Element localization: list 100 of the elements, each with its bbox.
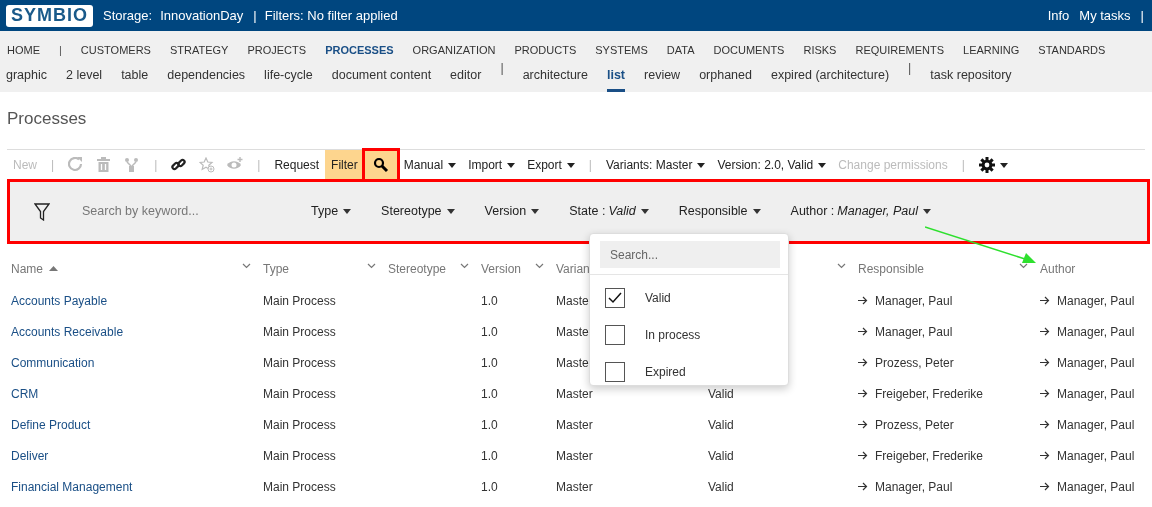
- table-cell-text: Main Process: [263, 292, 336, 310]
- person-link[interactable]: Manager, Paul: [1057, 322, 1135, 341]
- submenu-tab[interactable]: expired (architecture): [770, 59, 890, 92]
- submenu-tab[interactable]: graphic: [6, 59, 47, 92]
- menu-tab[interactable]: PROCESSES: [325, 41, 394, 59]
- arrow-right-icon: [1040, 482, 1050, 491]
- menu-tab[interactable]: RISKS: [803, 41, 837, 59]
- arrow-right-icon: [858, 358, 868, 367]
- caret-icon: [448, 162, 457, 168]
- person-link[interactable]: Manager, Paul: [1057, 415, 1135, 434]
- menu-tab[interactable]: REQUIREMENTS: [855, 41, 945, 59]
- filter-dropdown[interactable]: Author : Manager, Paul: [790, 202, 931, 221]
- filter-dropdown[interactable]: Stereotype: [381, 202, 455, 221]
- table-cell-text: 1.0: [481, 354, 498, 372]
- person-link[interactable]: Manager, Paul: [875, 322, 953, 341]
- dropdown-button[interactable]: Version: 2.0, Valid: [711, 150, 833, 180]
- submenu-tab[interactable]: table: [121, 59, 149, 92]
- table-cell-text: Valid: [708, 385, 734, 403]
- process-link[interactable]: Define Product: [11, 415, 91, 434]
- person-link[interactable]: Manager, Paul: [1057, 353, 1135, 372]
- person-link[interactable]: Manager, Paul: [875, 477, 953, 496]
- option-label[interactable]: In process: [645, 325, 701, 344]
- toolbar-button[interactable]: Filter: [325, 150, 364, 180]
- search-button[interactable]: [363, 150, 398, 180]
- menu-tab[interactable]: PRODUCTS: [514, 41, 577, 59]
- caret-icon: [343, 209, 352, 214]
- menu-tab[interactable]: DATA: [666, 41, 695, 59]
- option-label[interactable]: Valid: [645, 288, 671, 307]
- menu-tab[interactable]: STRATEGY: [169, 41, 229, 59]
- process-link[interactable]: Accounts Payable: [11, 291, 108, 310]
- search-field[interactable]: Search by keyword...: [82, 202, 297, 221]
- person-link[interactable]: Manager, Paul: [1057, 477, 1135, 496]
- person-link[interactable]: Prozess, Peter: [875, 415, 954, 434]
- submenu-tab[interactable]: list: [606, 59, 625, 92]
- submenu-tab[interactable]: review: [644, 59, 681, 92]
- toolbar-button[interactable]: Request: [268, 150, 326, 180]
- menu-tab[interactable]: STANDARDS: [1038, 41, 1106, 59]
- table-cell-text: Master: [556, 416, 593, 434]
- person-link[interactable]: Prozess, Peter: [875, 353, 954, 372]
- arrow-right-icon: [1040, 420, 1050, 429]
- checkbox[interactable]: [605, 287, 625, 308]
- header-link[interactable]: Info: [1047, 5, 1070, 26]
- person-link[interactable]: Manager, Paul: [1057, 384, 1135, 403]
- dropdown-button[interactable]: Import: [462, 150, 522, 180]
- checkbox[interactable]: [605, 361, 625, 382]
- menu-tab[interactable]: SYSTEMS: [595, 41, 648, 59]
- column-header[interactable]: Type: [263, 259, 289, 278]
- column-header[interactable]: Version: [481, 259, 522, 278]
- option-label[interactable]: Expired: [645, 362, 686, 381]
- dropdown-button[interactable]: Manual: [397, 150, 463, 180]
- menu-tab[interactable]: DOCUMENTS: [713, 41, 785, 59]
- separator: |: [587, 157, 593, 174]
- person-link[interactable]: Freigeber, Frederike: [875, 384, 984, 403]
- menu-tab[interactable]: PROJECTS: [247, 41, 307, 59]
- arrow-right-icon: [1040, 358, 1050, 367]
- filter-dropdown[interactable]: Responsible: [678, 202, 761, 221]
- submenu-tab[interactable]: dependencies: [167, 59, 246, 92]
- filter-dropdown[interactable]: Version: [484, 202, 540, 221]
- person-link[interactable]: Manager, Paul: [1057, 291, 1135, 310]
- person-link[interactable]: Freigeber, Frederike: [875, 446, 984, 465]
- dropdown-button[interactable]: Export: [521, 150, 581, 180]
- person-link[interactable]: Manager, Paul: [875, 291, 953, 310]
- separator: |: [153, 157, 159, 174]
- menu-tab[interactable]: LEARNING: [963, 41, 1020, 59]
- table-cell-text: Master: [556, 385, 593, 403]
- menu-tab[interactable]: ORGANIZATION: [412, 41, 496, 59]
- refresh-icon: [68, 157, 85, 173]
- caret-icon: [446, 209, 455, 214]
- filter-dropdown[interactable]: State : Valid: [569, 202, 649, 221]
- column-header[interactable]: Stereotype: [388, 259, 447, 278]
- submenu-tab[interactable]: life-cycle: [264, 59, 313, 92]
- submenu-tab[interactable]: architecture: [522, 59, 588, 92]
- table-cell-text: Maste: [556, 292, 589, 310]
- search-field[interactable]: Search...: [600, 241, 780, 268]
- header-link[interactable]: My tasks: [1079, 5, 1131, 26]
- caret-icon: [531, 209, 540, 214]
- filter-dropdown[interactable]: Type: [311, 202, 352, 221]
- column-header[interactable]: Varian: [556, 259, 590, 278]
- submenu-tab[interactable]: 2 level: [66, 59, 103, 92]
- menu-tab[interactable]: HOME: [7, 41, 40, 59]
- submenu-tab[interactable]: editor: [450, 59, 482, 92]
- caret-icon: [697, 162, 706, 168]
- checkbox[interactable]: [605, 324, 625, 345]
- column-header[interactable]: Name: [11, 259, 43, 278]
- process-link[interactable]: Deliver: [11, 446, 49, 465]
- submenu-tab[interactable]: document content: [331, 59, 432, 92]
- person-link[interactable]: Manager, Paul: [1057, 446, 1135, 465]
- process-link[interactable]: CRM: [11, 384, 39, 403]
- table-cell-text: 1.0: [481, 447, 498, 465]
- process-link[interactable]: Communication: [11, 353, 95, 372]
- process-link[interactable]: Financial Management: [11, 477, 133, 496]
- process-link[interactable]: Accounts Receivable: [11, 322, 124, 341]
- separator: |: [50, 157, 56, 174]
- menu-tab[interactable]: CUSTOMERS: [80, 41, 151, 59]
- submenu-tab[interactable]: orphaned: [699, 59, 752, 92]
- column-header[interactable]: Responsible: [858, 259, 925, 278]
- submenu-tab[interactable]: task repository: [930, 59, 1012, 92]
- column-header[interactable]: Author: [1040, 259, 1076, 278]
- arrow-right-icon: [1040, 389, 1050, 398]
- dropdown-button[interactable]: Variants: Master: [599, 150, 712, 180]
